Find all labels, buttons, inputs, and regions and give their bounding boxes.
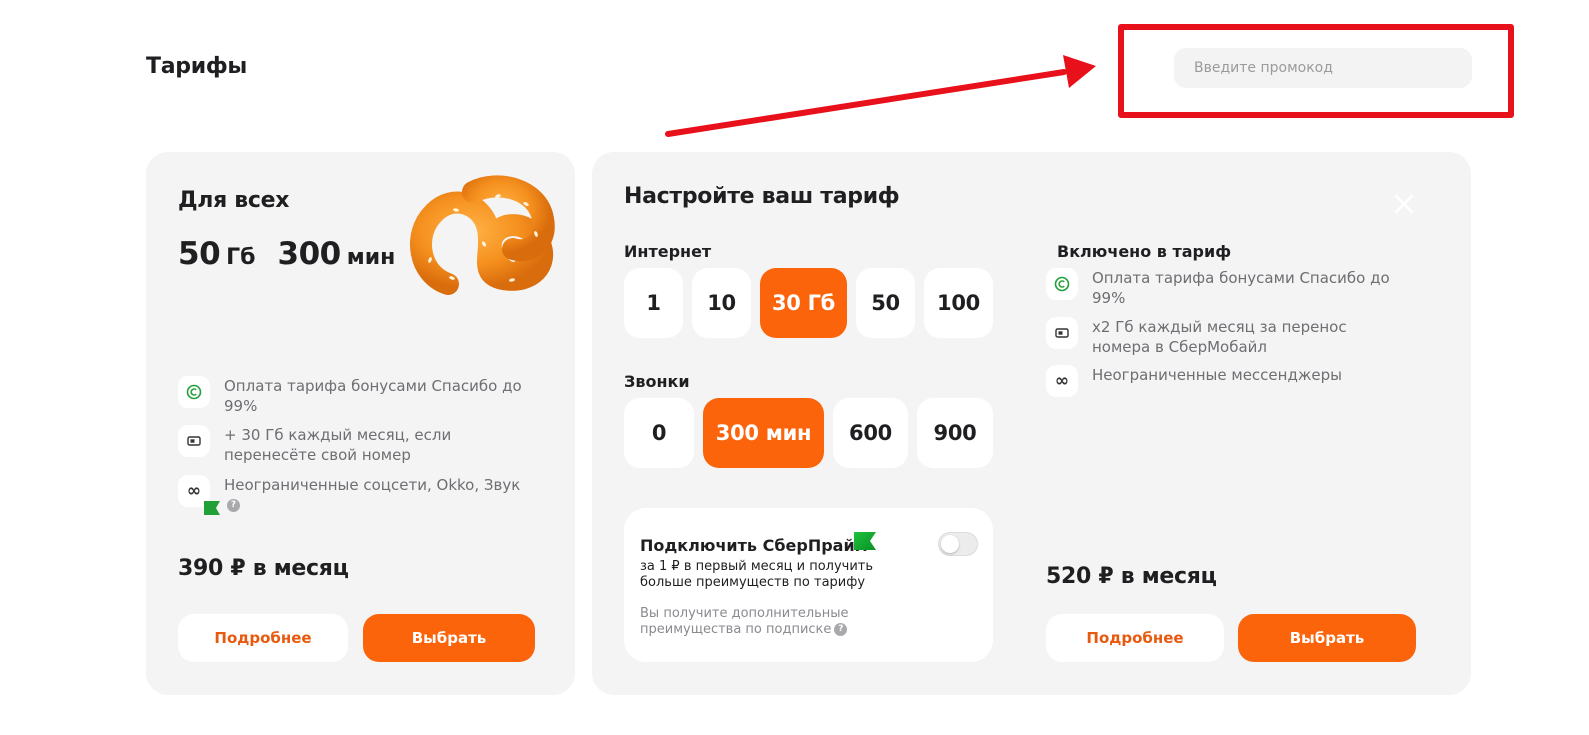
spasibo-icon [178, 376, 210, 408]
internet-option-50[interactable]: 50 [856, 268, 915, 338]
minutes-volume: 300 [277, 236, 342, 272]
choose-button[interactable]: Выбрать [363, 614, 535, 662]
internet-option-1[interactable]: 1 [624, 268, 683, 338]
feature-text: + 30 Гб каждый месяц, если перенесёте св… [224, 426, 452, 464]
toggle-knob [941, 535, 959, 553]
calls-option-900[interactable]: 900 [917, 398, 993, 468]
infinity-icon: ∞ [178, 475, 220, 515]
internet-label: Интернет [624, 242, 712, 261]
calls-option-0[interactable]: 0 [624, 398, 694, 468]
calls-label: Звонки [624, 372, 690, 391]
included-number-transfer: x2 Гб каждый месяц за перенос номера в С… [1046, 317, 1392, 357]
minutes-unit: мин [346, 245, 396, 270]
included-title: Включено в тариф [1057, 242, 1232, 261]
sberprime-box: Подключить СберПрайм за 1 ₽ в первый мес… [624, 508, 993, 662]
internet-unit: Гб [226, 245, 256, 270]
calls-option-300[interactable]: 300 мин [703, 398, 824, 468]
internet-option-100[interactable]: 100 [924, 268, 993, 338]
constructor-price: 520 ₽ в месяц [1046, 564, 1217, 589]
help-icon[interactable]: ? [227, 499, 240, 512]
feature-text: Оплата тарифа бонусами Спасибо до 99% [224, 377, 522, 415]
constructor-title: Настройте ваш тариф [624, 184, 900, 209]
page-title: Тарифы [146, 54, 247, 79]
sberprime-note-text: Вы получите дополнительные преимущества … [640, 606, 849, 637]
internet-option-10[interactable]: 10 [692, 268, 751, 338]
internet-options: 1 10 30 Гб 50 100 [624, 268, 993, 338]
infinity-icon: ∞ [1046, 365, 1078, 397]
sim-card-icon [178, 425, 210, 457]
sim-card-icon [1046, 317, 1078, 349]
sberprime-subtitle: за 1 ₽ в первый месяц и получить больше … [640, 559, 874, 590]
feature-extra-gb: + 30 Гб каждый месяц, если перенесёте св… [178, 425, 524, 465]
feature-text: Неограниченные соцсети, Okko, Звук? [224, 475, 524, 515]
tariff-card-for-all: Для всех 50 Гб 300 мин Оплата тарифа бон… [146, 152, 575, 695]
details-button[interactable]: Подробнее [178, 614, 348, 662]
choose-button[interactable]: Выбрать [1238, 614, 1416, 662]
included-unlimited-messengers: ∞ Неограниченные мессенджеры [1046, 365, 1392, 397]
feature-text: x2 Гб каждый месяц за перенос номера в С… [1092, 318, 1347, 356]
sberprime-note: Вы получите дополнительные преимущества … [640, 606, 870, 638]
promo-code-input[interactable] [1174, 48, 1472, 88]
included-bonus-payment: Оплата тарифа бонусами Спасибо до 99% [1046, 268, 1392, 308]
spasibo-icon [1046, 268, 1078, 300]
tariff-constructor-card: Настройте ваш тариф Интернет 1 10 30 Гб … [592, 152, 1471, 695]
internet-option-30[interactable]: 30 Гб [760, 268, 847, 338]
tariff-price: 390 ₽ в месяц [178, 556, 349, 581]
internet-volume: 50 [178, 236, 221, 272]
promo-highlight-box [1118, 24, 1514, 118]
sberprime-toggle[interactable] [938, 532, 978, 556]
sberprime-flag-icon [854, 532, 876, 550]
calls-option-600[interactable]: 600 [833, 398, 908, 468]
calls-options: 0 300 мин 600 900 [624, 398, 993, 468]
pretzel-illustration [410, 175, 555, 295]
feature-bonus-payment: Оплата тарифа бонусами Спасибо до 99% [178, 376, 524, 416]
tariff-title: Для всех [178, 188, 290, 213]
sberprime-flag-icon [204, 501, 220, 515]
feature-text-content: Неограниченные соцсети, Okko, Звук [224, 476, 521, 494]
details-button[interactable]: Подробнее [1046, 614, 1224, 662]
feature-unlimited-social: ∞ Неограниченные соцсети, Okko, Звук? [178, 475, 524, 515]
feature-text: Неограниченные мессенджеры [1092, 366, 1342, 384]
tariff-volumes: 50 Гб 300 мин [178, 236, 417, 272]
close-icon[interactable] [1392, 192, 1416, 216]
help-icon[interactable]: ? [834, 623, 848, 636]
feature-text: Оплата тарифа бонусами Спасибо до 99% [1092, 269, 1390, 307]
sberprime-title: Подключить СберПрайм [640, 536, 868, 555]
